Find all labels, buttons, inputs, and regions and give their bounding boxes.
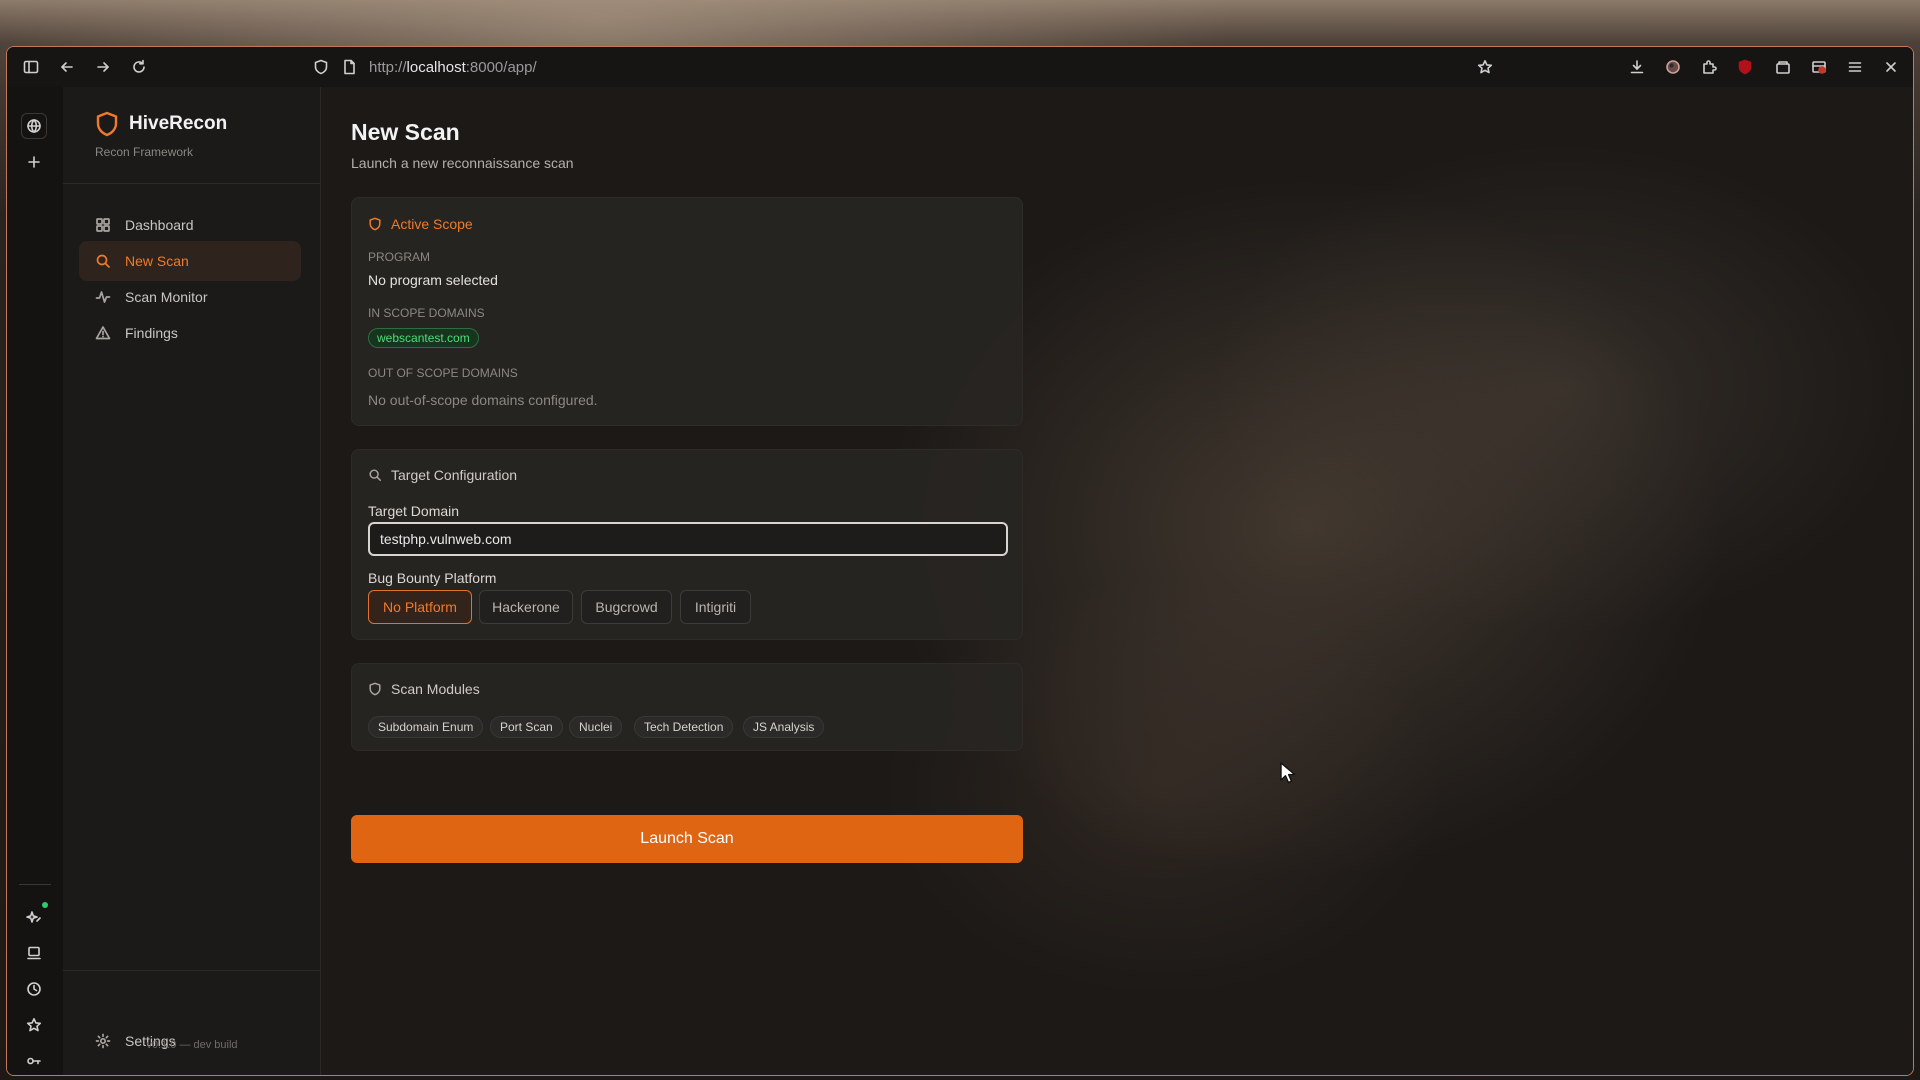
extension-globe-icon[interactable] xyxy=(1659,53,1687,81)
sidebar-item-label: New Scan xyxy=(125,253,189,269)
shield-icon xyxy=(369,682,381,696)
sidebar-item-label: Dashboard xyxy=(125,217,194,233)
target-configuration-heading: Target Configuration xyxy=(368,467,517,483)
sidebar-item-findings[interactable]: Findings xyxy=(79,313,301,353)
browser-window: http://localhost:8000/app/ HiveRecon Rec… xyxy=(6,46,1914,1076)
vertical-tab-strip xyxy=(7,87,63,1075)
active-scope-title: Active Scope xyxy=(391,216,473,232)
strip-divider xyxy=(19,884,51,885)
target-domain-input[interactable] xyxy=(368,522,1008,556)
reload-icon[interactable] xyxy=(125,53,153,81)
url-scheme: http:// xyxy=(369,58,407,76)
dashboard-icon xyxy=(96,218,110,232)
shield-privacy-icon[interactable] xyxy=(307,53,335,81)
active-scope-card: Active Scope Program No program selected… xyxy=(351,197,1023,426)
sidebar-item-dashboard[interactable]: Dashboard xyxy=(79,205,301,245)
module-chip-port-scan[interactable]: Port Scan xyxy=(490,716,563,738)
alert-triangle-icon xyxy=(95,326,111,340)
version-label: v0.1.0 — dev build xyxy=(146,1039,238,1051)
brand-divider xyxy=(63,183,320,184)
container-tabs-icon[interactable] xyxy=(1769,53,1797,81)
close-window-icon[interactable] xyxy=(1877,53,1905,81)
mouse-cursor-icon xyxy=(1280,762,1296,784)
url-host: localhost xyxy=(406,58,466,76)
platform-label: Bug Bounty Platform xyxy=(368,570,497,586)
target-configuration-title: Target Configuration xyxy=(391,467,518,483)
brand-subtitle: Recon Framework xyxy=(95,145,194,159)
platform-hackerone-button[interactable]: Hackerone xyxy=(479,590,573,624)
scan-modules-title: Scan Modules xyxy=(391,681,480,697)
in-scope-domain-chip: webscantest.com xyxy=(368,328,479,348)
new-tab-plus-icon[interactable] xyxy=(21,149,47,175)
sidebar-bottom-divider xyxy=(63,970,320,971)
sidebar-toggle-icon[interactable] xyxy=(17,53,45,81)
platform-intigriti-button[interactable]: Intigriti xyxy=(680,590,751,624)
active-scope-heading: Active Scope xyxy=(368,216,473,232)
target-configuration-card: Target Configuration Target Domain Bug B… xyxy=(351,449,1023,640)
shield-logo-icon xyxy=(96,111,118,137)
activity-icon xyxy=(95,291,111,303)
platform-bugcrowd-button[interactable]: Bugcrowd xyxy=(581,590,672,624)
extension-mascot-icon[interactable] xyxy=(1805,53,1833,81)
search-icon xyxy=(369,469,381,481)
app-sidebar: HiveRecon Recon Framework Dashboard New … xyxy=(63,87,321,1075)
page-info-icon[interactable] xyxy=(335,53,363,81)
in-scope-label: In Scope Domains xyxy=(368,306,485,320)
passwords-key-icon[interactable] xyxy=(21,1048,47,1074)
program-value: No program selected xyxy=(368,272,498,288)
brand-title: HiveRecon xyxy=(129,113,228,134)
extensions-puzzle-icon[interactable] xyxy=(1695,53,1723,81)
bookmark-star-icon[interactable] xyxy=(1471,53,1499,81)
scan-modules-heading: Scan Modules xyxy=(368,681,480,697)
module-chip-subdomain-enum[interactable]: Subdomain Enum xyxy=(368,716,484,738)
notification-dot xyxy=(42,902,48,908)
ublock-shield-icon[interactable] xyxy=(1731,53,1759,81)
launch-scan-button[interactable]: Launch Scan xyxy=(351,815,1023,863)
program-label: Program xyxy=(368,250,431,264)
out-of-scope-empty: No out-of-scope domains configured. xyxy=(368,392,598,408)
module-chip-tech-detection[interactable]: Tech Detection xyxy=(634,716,734,738)
scan-modules-card: Scan Modules Subdomain Enum Port Scan Nu… xyxy=(351,663,1023,751)
synced-tabs-icon[interactable] xyxy=(21,940,47,966)
module-chip-js-analysis[interactable]: JS Analysis xyxy=(743,716,825,738)
brand-row: HiveRecon xyxy=(95,111,227,137)
url-path: :8000/app/ xyxy=(465,58,537,76)
ai-sparkle-icon[interactable] xyxy=(21,904,47,930)
history-clock-icon[interactable] xyxy=(21,976,47,1002)
page-title: New Scan xyxy=(351,119,460,145)
back-arrow-icon[interactable] xyxy=(53,53,81,81)
browser-toolbar: http://localhost:8000/app/ xyxy=(7,47,1913,87)
search-icon xyxy=(96,254,110,268)
module-chip-nuclei[interactable]: Nuclei xyxy=(569,716,623,738)
download-icon[interactable] xyxy=(1623,53,1651,81)
forward-arrow-icon[interactable] xyxy=(89,53,117,81)
sidebar-item-scan-monitor[interactable]: Scan Monitor xyxy=(79,277,301,317)
sidebar-item-label: Scan Monitor xyxy=(125,289,208,305)
out-of-scope-label: Out of Scope Domains xyxy=(368,366,518,380)
page-subtitle: Launch a new reconnaissance scan xyxy=(351,155,574,171)
sidebar-item-new-scan[interactable]: New Scan xyxy=(79,241,301,281)
target-domain-label: Target Domain xyxy=(368,503,460,519)
app-content: HiveRecon Recon Framework Dashboard New … xyxy=(63,87,1913,1075)
brand: HiveRecon Recon Framework xyxy=(95,111,227,159)
menu-icon[interactable] xyxy=(1841,53,1869,81)
address-bar[interactable]: http://localhost:8000/app/ xyxy=(369,59,537,76)
shield-icon xyxy=(369,217,381,231)
sidebar-item-label: Findings xyxy=(125,325,178,341)
tab-favicon-globe-icon[interactable] xyxy=(21,113,47,139)
bookmarks-star-icon[interactable] xyxy=(21,1012,47,1038)
platform-no-platform-button[interactable]: No Platform xyxy=(368,590,472,624)
